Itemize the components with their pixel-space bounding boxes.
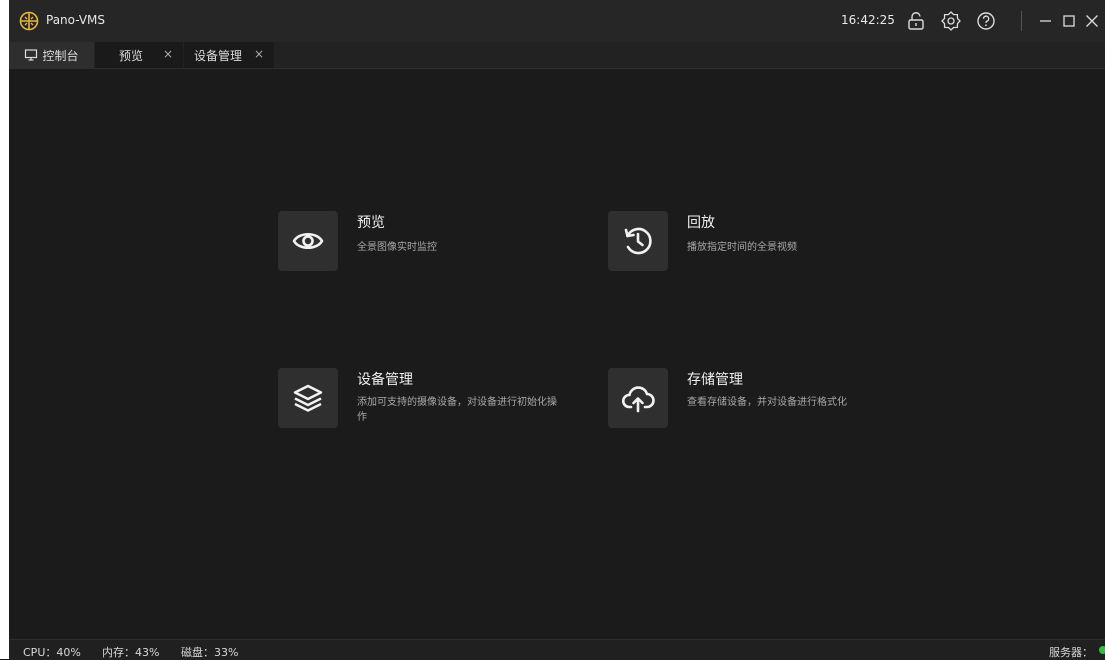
cpu-usage: CPU：40% xyxy=(23,646,81,659)
maximize-icon[interactable] xyxy=(1059,11,1079,31)
tab-label: 预览 xyxy=(119,48,144,63)
card-storage-management[interactable]: 存储管理 查看存储设备，并对设备进行格式化 xyxy=(608,368,908,428)
tab-console[interactable]: 控制台 xyxy=(9,42,94,68)
layers-icon xyxy=(293,384,323,412)
window-edge xyxy=(0,0,9,659)
close-window-icon[interactable] xyxy=(1082,11,1102,31)
title-bar-divider xyxy=(1021,11,1022,31)
disk-usage: 磁盘：33% xyxy=(181,646,239,659)
tab-label: 控制台 xyxy=(42,48,79,63)
gear-icon[interactable] xyxy=(940,10,962,32)
lock-icon[interactable] xyxy=(905,10,927,32)
app-logo-icon xyxy=(19,11,39,31)
card-description: 查看存储设备，并对设备进行格式化 xyxy=(687,397,847,408)
card-description: 添加可支持的摄像设备，对设备进行初始化操作 xyxy=(357,397,557,423)
card-description: 全景图像实时监控 xyxy=(357,242,437,253)
card-playback[interactable]: 回放 播放指定时间的全景视频 xyxy=(608,211,908,271)
title-bar: Pano-VMS 16:42:25 xyxy=(9,0,1105,42)
server-status-indicator xyxy=(1099,646,1105,654)
help-icon[interactable] xyxy=(975,10,997,32)
tab-close-icon[interactable]: × xyxy=(163,47,173,61)
tab-preview[interactable]: 预览 × xyxy=(95,42,183,68)
tab-bar: 控制台 预览 × 设备管理 × xyxy=(9,42,1105,69)
server-status-label: 服务器： xyxy=(1049,646,1093,659)
eye-icon xyxy=(292,232,324,250)
monitor-icon xyxy=(25,49,38,61)
tab-close-icon[interactable]: × xyxy=(254,47,264,61)
status-bar: CPU：40% 内存：43% 磁盘：33% 服务器： xyxy=(9,639,1105,660)
card-title: 存储管理 xyxy=(687,372,743,388)
card-preview[interactable]: 预览 全景图像实时监控 xyxy=(278,211,578,271)
card-title: 回放 xyxy=(687,215,715,231)
tab-label: 设备管理 xyxy=(194,48,243,63)
tab-device-management[interactable]: 设备管理 × xyxy=(184,42,274,68)
cloud-upload-icon xyxy=(621,386,655,413)
card-description: 播放指定时间的全景视频 xyxy=(687,242,797,253)
minimize-icon[interactable] xyxy=(1036,11,1056,31)
clock: 16:42:25 xyxy=(841,13,895,27)
history-icon xyxy=(624,227,652,255)
card-device-management[interactable]: 设备管理 添加可支持的摄像设备，对设备进行初始化操作 xyxy=(278,368,578,428)
card-title: 设备管理 xyxy=(357,372,413,388)
card-icon-box xyxy=(278,211,338,271)
card-icon-box xyxy=(608,211,668,271)
card-icon-box xyxy=(608,368,668,428)
memory-usage: 内存：43% xyxy=(102,646,160,659)
app-title: Pano-VMS xyxy=(46,13,106,27)
app-window: Pano-VMS 16:42:25 控制台 预览 × 设备管理 × 预览 全景图… xyxy=(9,0,1105,660)
card-title: 预览 xyxy=(357,215,385,231)
card-icon-box xyxy=(278,368,338,428)
